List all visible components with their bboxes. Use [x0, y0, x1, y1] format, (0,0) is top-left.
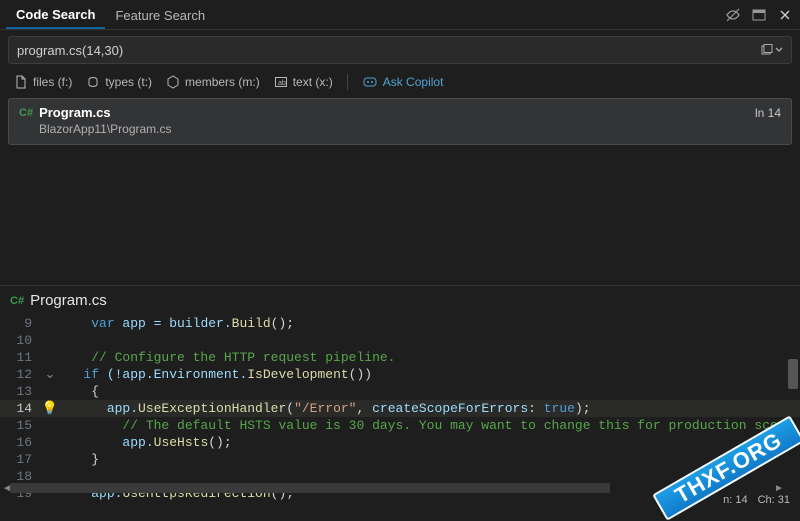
text-icon: ab: [274, 75, 288, 89]
types-icon: [86, 75, 100, 89]
filter-text[interactable]: ab text (x:): [274, 75, 333, 89]
editor-header: C# Program.cs: [0, 285, 800, 313]
filter-members-label: members (m:): [185, 75, 260, 89]
status-col: Ch: 31: [758, 494, 790, 506]
code-line: 13 {: [0, 383, 800, 400]
filter-types[interactable]: types (t:): [86, 75, 152, 89]
editor-filename: Program.cs: [30, 292, 107, 309]
filter-members[interactable]: members (m:): [166, 75, 260, 89]
csharp-badge-icon: C#: [19, 107, 33, 119]
filter-files[interactable]: files (f:): [14, 75, 72, 89]
code-line: 16 app.UseHsts();: [0, 434, 800, 451]
svg-text:ab: ab: [278, 80, 286, 87]
code-editor[interactable]: 9 var app = builder.Build(); 10 11 // Co…: [0, 313, 800, 505]
csharp-badge-icon: C#: [10, 295, 24, 307]
code-line: 11 // Configure the HTTP request pipelin…: [0, 349, 800, 366]
search-result-row[interactable]: C# Program.cs ln 14 BlazorApp11\Program.…: [8, 98, 792, 145]
tab-code-search[interactable]: Code Search: [6, 1, 105, 29]
preview-toggle-icon[interactable]: [724, 6, 742, 24]
filter-text-label: text (x:): [293, 75, 333, 89]
ask-copilot[interactable]: Ask Copilot: [362, 75, 444, 89]
result-title: Program.cs: [39, 105, 111, 120]
fold-icon[interactable]: ⌄: [40, 366, 60, 383]
filter-files-label: files (f:): [33, 75, 72, 89]
code-line: 10: [0, 332, 800, 349]
vertical-scrollbar[interactable]: [786, 313, 800, 505]
lightbulb-icon[interactable]: 💡: [40, 400, 60, 417]
code-line-current: 14💡 app.UseExceptionHandler("/Error", cr…: [0, 400, 800, 417]
members-icon: [166, 75, 180, 89]
search-history-dropdown-icon[interactable]: [761, 44, 783, 56]
result-line-label: ln 14: [755, 106, 781, 120]
search-value: program.cs(14,30): [17, 43, 761, 58]
search-input[interactable]: program.cs(14,30): [8, 36, 792, 64]
tab-feature-search[interactable]: Feature Search: [105, 2, 215, 28]
copilot-icon: [362, 75, 378, 89]
code-line: 15 // The default HSTS value is 30 days.…: [0, 417, 800, 434]
code-line: 12⌄ if (!app.Environment.IsDevelopment()…: [0, 366, 800, 383]
status-line: n: 14: [723, 494, 747, 506]
code-line: 9 var app = builder.Build();: [0, 315, 800, 332]
ask-copilot-label: Ask Copilot: [383, 75, 444, 89]
close-icon[interactable]: [776, 6, 794, 24]
code-line: 17 }: [0, 451, 800, 468]
file-icon: [14, 75, 28, 89]
separator: [347, 74, 348, 90]
dock-icon[interactable]: [750, 6, 768, 24]
result-path: BlazorApp11\Program.cs: [39, 122, 781, 136]
filter-types-label: types (t:): [105, 75, 152, 89]
